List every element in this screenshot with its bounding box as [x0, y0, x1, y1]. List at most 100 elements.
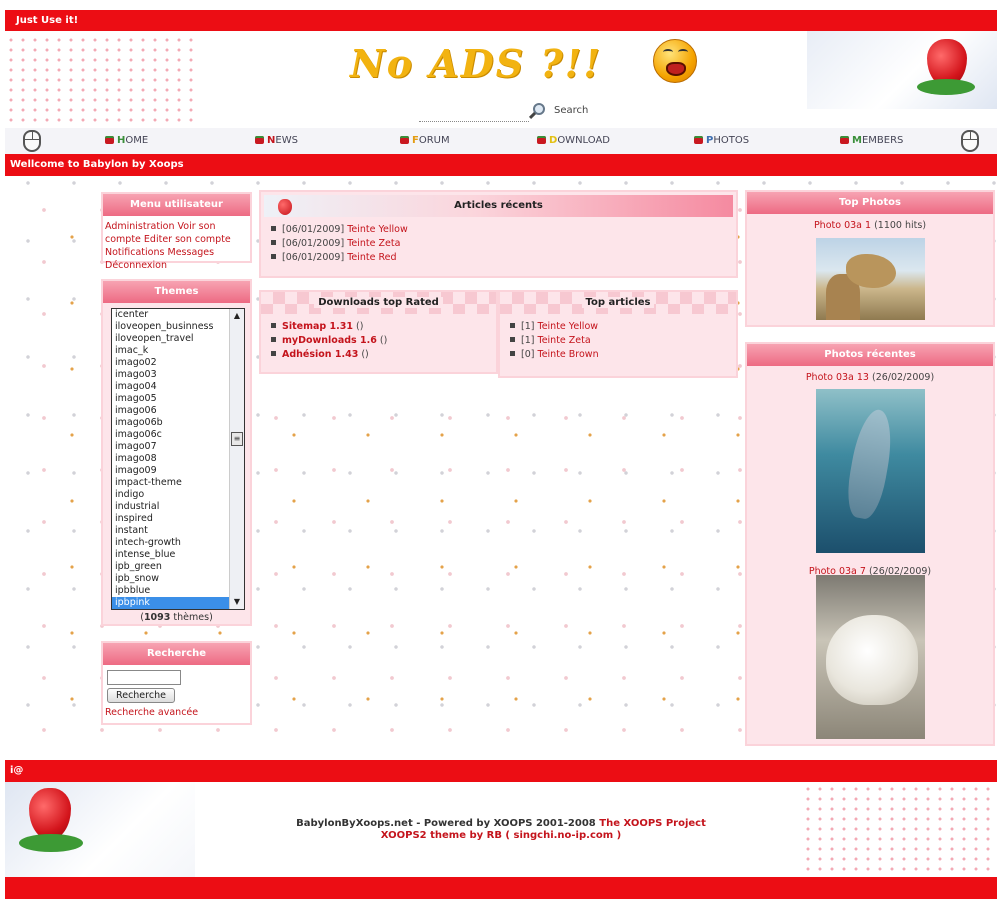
download-link[interactable]: Sitemap 1.31	[282, 321, 353, 332]
theme-credit-link[interactable]: XOOPS2 theme by RB ( singchi.no-ip.com )	[381, 830, 621, 841]
link-notifications[interactable]: Notifications	[105, 247, 164, 258]
list-item: [06/01/2009] Teinte Red	[271, 251, 736, 265]
shocked-smiley-icon	[653, 39, 697, 83]
list-item: [1] Teinte Zeta	[510, 334, 736, 348]
theme-option[interactable]: imago06b	[112, 417, 244, 429]
recent-articles-block: Articles récents [06/01/2009] Teinte Yel…	[259, 190, 738, 278]
top-articles-title: Top articles	[581, 297, 655, 308]
theme-option[interactable]: iloveopen_travel	[112, 333, 244, 345]
list-item: Sitemap 1.31 ()	[271, 320, 496, 334]
photo-link[interactable]: Photo 03a 1	[814, 220, 871, 231]
theme-option[interactable]: imago04	[112, 381, 244, 393]
theme-option[interactable]: iloveopen_businness	[112, 321, 244, 333]
strawberry-icon	[255, 136, 264, 144]
recent-articles-title: Articles récents	[454, 200, 543, 211]
list-item: myDownloads 1.6 ()	[271, 334, 496, 348]
top-bar: Just Use it!	[5, 10, 997, 31]
welcome-bar: Wellcome to Babylon by Xoops	[5, 154, 997, 176]
polar-bear-photo[interactable]	[816, 575, 925, 739]
download-link[interactable]: myDownloads 1.6	[282, 335, 377, 346]
theme-option[interactable]: ipb_green	[112, 561, 244, 573]
user-menu-title: Menu utilisateur	[103, 194, 250, 216]
site-logo[interactable]: No ADS ?!!	[350, 41, 602, 86]
scroll-down-icon[interactable]: ▼	[230, 595, 244, 609]
photo-caption: Photo 03a 1 (1100 hits)	[813, 220, 927, 231]
search-block: Recherche Recherche Recherche avancée	[101, 641, 252, 725]
nav-home[interactable]: HOME	[105, 135, 148, 146]
article-link[interactable]: Teinte Brown	[538, 349, 599, 360]
theme-option[interactable]: imago09	[112, 465, 244, 477]
theme-option[interactable]: imago06	[112, 405, 244, 417]
theme-option[interactable]: imago03	[112, 369, 244, 381]
footer-bar-text: i@	[10, 765, 24, 776]
link-edit-account[interactable]: Editer son compte	[144, 234, 231, 245]
photo-link[interactable]: Photo 03a 13	[806, 372, 869, 383]
article-link[interactable]: Teinte Zeta	[538, 335, 591, 346]
theme-option[interactable]: imago08	[112, 453, 244, 465]
header-search-label[interactable]: Search	[554, 105, 588, 116]
themes-scrollbar[interactable]: ▲ ≡ ▼	[229, 309, 244, 609]
theme-option[interactable]: ipb_snow	[112, 573, 244, 585]
theme-option[interactable]: imago07	[112, 441, 244, 453]
top-photos-block: Top Photos Photo 03a 1 (1100 hits)	[745, 190, 995, 327]
article-link[interactable]: Teinte Red	[347, 252, 396, 263]
xoops-project-link[interactable]: The XOOPS Project	[599, 818, 706, 829]
camel-photo[interactable]	[816, 238, 925, 320]
recent-photos-block: Photos récentes Photo 03a 13 (26/02/2009…	[745, 342, 995, 746]
nav-news[interactable]: NEWS	[255, 135, 298, 146]
themes-title: Themes	[103, 281, 250, 303]
article-link[interactable]: Teinte Zeta	[347, 238, 400, 249]
magnifier-icon[interactable]	[533, 103, 545, 115]
list-item: [06/01/2009] Teinte Zeta	[271, 237, 736, 251]
theme-option[interactable]: imac_k	[112, 345, 244, 357]
themes-block: Themes icenter iloveopen_businness iloveop…	[101, 279, 252, 626]
nav-photos[interactable]: PHOTOS	[694, 135, 749, 146]
mouse-icon	[23, 130, 41, 152]
mouse-icon	[961, 130, 979, 152]
recent-articles-list: [06/01/2009] Teinte Yellow [06/01/2009] …	[261, 217, 736, 265]
nav-members[interactable]: MEMBERS	[840, 135, 903, 146]
photo-caption: Photo 03a 13 (26/02/2009)	[805, 372, 935, 383]
download-link[interactable]: Adhésion 1.43	[282, 349, 358, 360]
list-item: Adhésion 1.43 ()	[271, 348, 496, 362]
footer-credits: BabylonByXoops.net - Powered by XOOPS 20…	[296, 818, 706, 841]
nav-download[interactable]: DOWNLOAD	[537, 135, 610, 146]
theme-option[interactable]: impact-theme	[112, 477, 244, 489]
user-menu-block: Menu utilisateur Administration Voir son…	[101, 192, 252, 271]
theme-option[interactable]: imago06c	[112, 429, 244, 441]
downloads-title: Downloads top Rated	[314, 297, 443, 308]
strawberry-icon	[694, 136, 703, 144]
themes-select-list[interactable]: icenter iloveopen_businness iloveopen_trav…	[111, 308, 245, 610]
advanced-search-link[interactable]: Recherche avancée	[105, 707, 198, 718]
scroll-thumb[interactable]: ≡	[231, 432, 243, 446]
welcome-text: Wellcome to Babylon by Xoops	[10, 159, 184, 170]
theme-option[interactable]: icenter	[112, 309, 244, 321]
theme-option[interactable]: imago05	[112, 393, 244, 405]
theme-option[interactable]: imago02	[112, 357, 244, 369]
theme-option[interactable]: intense_blue	[112, 549, 244, 561]
nav-forum[interactable]: FORUM	[400, 135, 450, 146]
top-articles-block: Top articles [1] Teinte Yellow [1] Teint…	[498, 290, 738, 378]
user-menu-links: Administration Voir son compte Editer so…	[103, 216, 250, 271]
link-administration[interactable]: Administration	[105, 221, 175, 232]
link-messages[interactable]: Messages	[168, 247, 215, 258]
article-link[interactable]: Teinte Yellow	[538, 321, 599, 332]
scroll-up-icon[interactable]: ▲	[230, 309, 244, 323]
header-search-input[interactable]	[419, 121, 529, 122]
search-input[interactable]	[107, 670, 181, 685]
theme-option[interactable]: intech-growth	[112, 537, 244, 549]
search-button[interactable]: Recherche	[107, 688, 175, 703]
article-link[interactable]: Teinte Yellow	[347, 224, 408, 235]
site-header: No ADS ?!! Search	[5, 31, 997, 128]
link-logout[interactable]: Déconnexion	[105, 260, 167, 271]
theme-option[interactable]: indigo	[112, 489, 244, 501]
theme-option[interactable]: ipbblue	[112, 585, 244, 597]
theme-option[interactable]: instant	[112, 525, 244, 537]
recent-photos-title: Photos récentes	[747, 344, 993, 366]
theme-option[interactable]: ipbpink	[112, 597, 244, 609]
search-title: Recherche	[103, 643, 250, 665]
theme-option[interactable]: industrial	[112, 501, 244, 513]
dolphin-photo[interactable]	[816, 389, 925, 553]
theme-option[interactable]: inspired	[112, 513, 244, 525]
theme-options: icenter iloveopen_businness iloveopen_trav…	[112, 309, 244, 609]
